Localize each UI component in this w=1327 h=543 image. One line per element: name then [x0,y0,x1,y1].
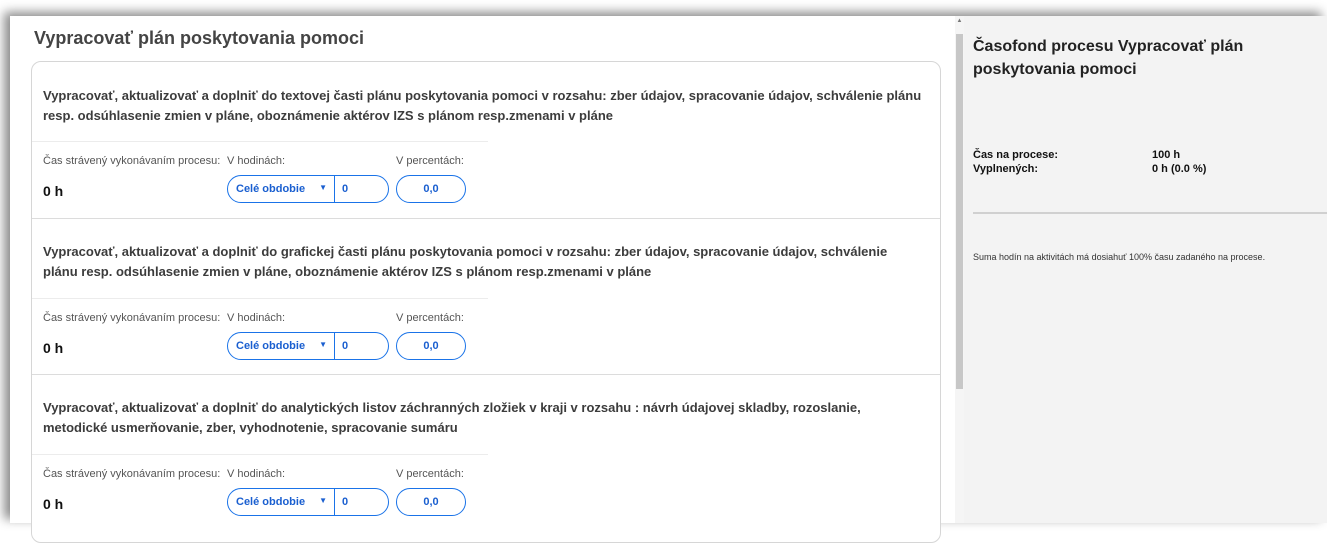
hours-input[interactable]: 0 [342,340,348,352]
time-spent-label: Čas strávený vykonávaním procesu: [43,312,221,324]
hours-total: 0 h [43,183,64,199]
divider [32,298,488,299]
sidebar-panel: Časofond procesu Vypracovať plán poskyto… [964,16,1327,523]
time-spent-label: Čas strávený vykonávaním procesu: [43,468,221,480]
hours-input[interactable]: 0 [342,496,348,508]
page-title: Vypracovať plán poskytovania pomoci [34,28,365,48]
period-select[interactable]: Celé obdobie ▼ [228,176,335,202]
filled-label: Vyplnených: [973,163,1038,175]
activity-item: Vypracovať, aktualizovať a doplniť do gr… [32,218,940,375]
scrollbar[interactable]: ▲ [955,16,964,523]
hours-input-group: Celé obdobie ▼ 0 [227,175,389,203]
sidebar-note: Suma hodín na aktivitách má dosiahuť 100… [973,252,1266,262]
hours-total: 0 h [43,340,64,356]
hours-label: V hodinách: [227,312,286,324]
chevron-down-icon: ▼ [319,183,327,192]
hours-input-group: Celé obdobie ▼ 0 [227,332,389,360]
period-select-value: Celé obdobie [236,340,306,352]
activity-item: Vypracovať, aktualizovať a doplniť do te… [32,62,940,218]
chevron-down-icon: ▼ [319,496,327,505]
sidebar-title: Časofond procesu Vypracovať plán poskyto… [973,38,1244,78]
period-select-value: Celé obdobie [236,496,306,508]
activities-card: Vypracovať, aktualizovať a doplniť do te… [31,61,941,543]
hours-total: 0 h [43,496,64,512]
activity-item: Vypracovať, aktualizovať a doplniť do an… [32,374,940,542]
percent-input[interactable]: 0,0 [396,488,466,516]
activity-title: Vypracovať, aktualizovať a doplniť do te… [43,88,922,123]
activity-title: Vypracovať, aktualizovať a doplniť do gr… [43,244,888,279]
time-on-process-value: 100 h [1152,149,1181,161]
app-window: Vypracovať plán poskytovania pomoci Vypr… [10,16,1327,543]
period-select[interactable]: Celé obdobie ▼ [228,333,335,359]
scrollbar-thumb[interactable] [956,34,963,389]
percent-label: V percentách: [396,468,464,480]
percent-label: V percentách: [396,155,464,167]
time-on-process-label: Čas na procese: [973,149,1058,161]
chevron-down-icon: ▼ [319,340,327,349]
hours-label: V hodinách: [227,468,286,480]
arrow-up-icon[interactable]: ▲ [955,18,964,24]
main-panel: Vypracovať plán poskytovania pomoci Vypr… [10,16,955,543]
filled-value: 0 h (0.0 %) [1152,163,1207,175]
hours-input-group: Celé obdobie ▼ 0 [227,488,389,516]
percent-input[interactable]: 0,0 [396,175,466,203]
period-select[interactable]: Celé obdobie ▼ [228,489,335,515]
hours-label: V hodinách: [227,155,286,167]
activity-title: Vypracovať, aktualizovať a doplniť do an… [43,400,861,435]
divider [973,212,1327,214]
period-select-value: Celé obdobie [236,183,306,195]
percent-label: V percentách: [396,312,464,324]
divider [32,454,488,455]
divider [32,141,488,142]
time-spent-label: Čas strávený vykonávaním procesu: [43,155,221,167]
hours-input[interactable]: 0 [342,183,348,195]
percent-input[interactable]: 0,0 [396,332,466,360]
